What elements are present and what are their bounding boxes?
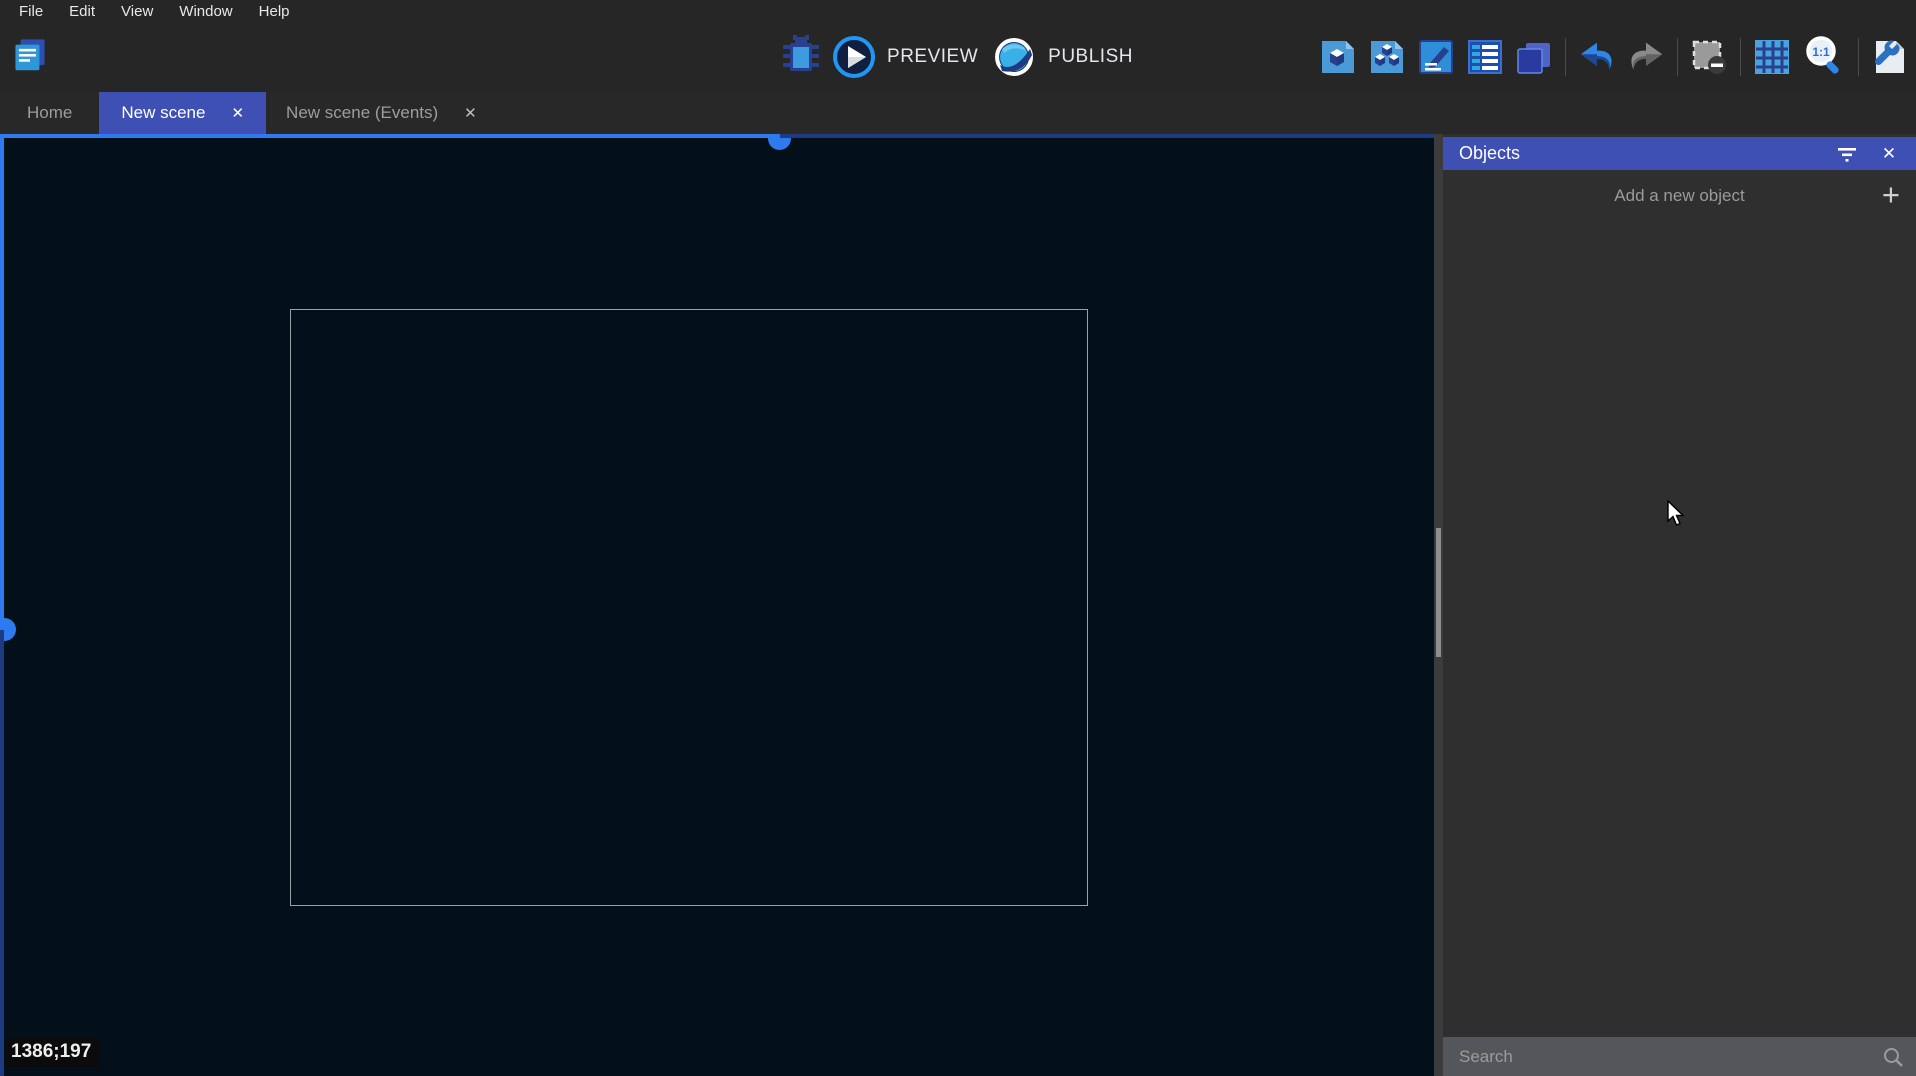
project-manager-button[interactable]: [12, 36, 48, 72]
add-object-label: Add a new object: [1614, 186, 1744, 206]
toolbar-separator: [1677, 38, 1678, 76]
menu-edit[interactable]: Edit: [56, 2, 108, 21]
object-groups-icon: [1369, 39, 1405, 75]
publish-label: PUBLISH: [1048, 46, 1133, 68]
undo-button[interactable]: [1579, 39, 1615, 75]
preview-label: PREVIEW: [887, 46, 978, 68]
svg-text:1:1: 1:1: [1812, 45, 1830, 59]
instances-list-button[interactable]: [1467, 39, 1503, 75]
scene-canvas[interactable]: 1386;197: [0, 134, 1434, 1076]
undo-icon: [1579, 39, 1615, 75]
toolbar-separator: [1858, 38, 1859, 76]
filter-icon[interactable]: [1834, 141, 1860, 167]
publish-globe-icon: [992, 35, 1036, 79]
add-plus-icon[interactable]: +: [1882, 178, 1900, 212]
panel-divider[interactable]: [1434, 134, 1443, 1076]
cursor-coordinates-badge: 1386;197: [5, 1038, 100, 1067]
zoom-1-1-icon: 1:1: [1803, 34, 1845, 76]
menu-window[interactable]: Window: [166, 2, 245, 21]
main-toolbar: PREVIEW PUBLISH: [0, 22, 1916, 92]
mask-selection-icon: [1691, 39, 1727, 75]
add-object-row[interactable]: Add a new object +: [1443, 170, 1916, 222]
grid-icon: [1754, 39, 1790, 75]
vertical-scrollbar-track-bottom: [0, 630, 4, 1076]
editor-tab-bar: Home New scene ✕ New scene (Events) ✕: [0, 92, 1916, 134]
game-resolution-frame: [290, 309, 1088, 906]
grid-button[interactable]: [1754, 39, 1790, 75]
debug-button[interactable]: [783, 35, 819, 80]
menu-help[interactable]: Help: [246, 2, 303, 21]
publish-button[interactable]: PUBLISH: [992, 35, 1133, 79]
properties-button[interactable]: [1418, 39, 1454, 75]
tab-new-scene-events-label: New scene (Events): [286, 103, 438, 123]
preview-button[interactable]: PREVIEW: [833, 36, 978, 78]
objects-panel-header: Objects ✕: [1443, 137, 1916, 170]
vertical-scrollbar-track-top: [0, 134, 4, 630]
objects-search-bar: [1443, 1037, 1916, 1076]
divider-scrollbar-thumb[interactable]: [1436, 528, 1441, 657]
objects-panel-title: Objects: [1459, 143, 1520, 164]
menu-view[interactable]: View: [108, 2, 166, 21]
horizontal-scrollbar-track-right: [780, 134, 1434, 138]
zoom-1-1-button[interactable]: 1:1: [1803, 34, 1845, 81]
redo-button[interactable]: [1628, 39, 1664, 75]
search-input[interactable]: [1459, 1047, 1882, 1067]
search-icon: [1882, 1046, 1904, 1068]
objects-panel: Objects ✕ Add a new object +: [1443, 134, 1916, 1076]
properties-icon: [1418, 39, 1454, 75]
tab-new-scene[interactable]: New scene ✕: [99, 92, 266, 134]
layers-button[interactable]: [1516, 39, 1552, 75]
layers-icon: [1516, 39, 1552, 75]
horizontal-scrollbar-track-left: [0, 134, 780, 138]
tab-new-scene-label: New scene: [121, 103, 205, 123]
tab-home-label: Home: [27, 103, 72, 123]
objects-list-empty-area: [1443, 222, 1916, 1037]
close-icon[interactable]: ✕: [1876, 141, 1902, 167]
tab-new-scene-events[interactable]: New scene (Events) ✕: [266, 92, 497, 134]
close-icon[interactable]: ✕: [464, 104, 477, 122]
editor-settings-button[interactable]: [1872, 39, 1908, 75]
setup-wrench-icon: [1872, 39, 1908, 75]
scene-objects-icon: [1320, 39, 1356, 75]
mask-selection-button[interactable]: [1691, 39, 1727, 75]
object-groups-button[interactable]: [1369, 39, 1405, 75]
instances-list-icon: [1467, 39, 1503, 75]
project-manager-icon: [12, 36, 48, 72]
preview-play-icon: [833, 36, 875, 78]
debug-icon: [783, 35, 819, 75]
horizontal-scrollbar-thumb[interactable]: [768, 138, 791, 150]
vertical-scrollbar-thumb[interactable]: [4, 618, 16, 641]
redo-icon: [1628, 39, 1664, 75]
tab-home[interactable]: Home: [0, 92, 99, 134]
edit-scene-button[interactable]: [1320, 39, 1356, 75]
menu-bar: File Edit View Window Help: [0, 0, 1916, 22]
close-icon[interactable]: ✕: [231, 104, 244, 122]
toolbar-separator: [1565, 38, 1566, 76]
menu-file[interactable]: File: [6, 2, 56, 21]
toolbar-separator: [1740, 38, 1741, 76]
